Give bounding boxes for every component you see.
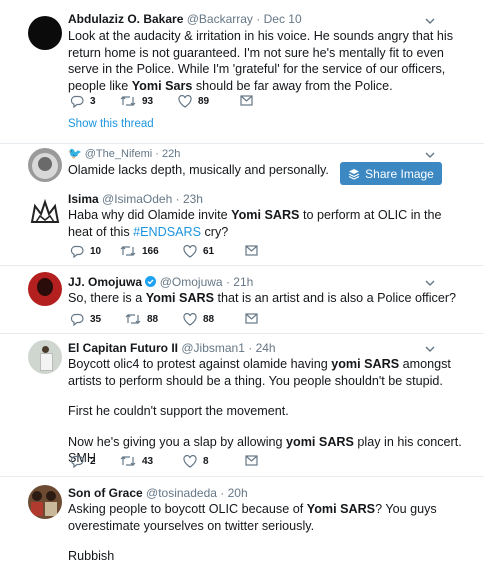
tweet-actions: 2 43 8: [70, 455, 270, 471]
tweet-omojuwa[interactable]: JJ. Omojuwa @Omojuwa · 21h So, there is …: [0, 266, 484, 332]
handle[interactable]: @IsimaOdeh: [102, 192, 172, 206]
tweet-actions: 3 93 89: [70, 95, 270, 111]
envelope-icon: [245, 455, 258, 466]
reply-icon: [70, 313, 84, 326]
tweet-text: Look at the audacity & irritation in his…: [68, 29, 454, 93]
like-count: 8: [203, 456, 209, 467]
retweet-icon: [125, 314, 141, 324]
show-thread-link[interactable]: Show this thread: [68, 118, 154, 130]
retweet-button[interactable]: 93: [120, 95, 153, 107]
like-button[interactable]: 88: [183, 313, 214, 326]
heart-icon: [183, 455, 197, 468]
reply-count: 2: [90, 456, 96, 467]
retweet-count: 88: [147, 313, 159, 325]
reply-button[interactable]: 35: [70, 313, 101, 326]
heart-icon: [183, 313, 197, 326]
like-button[interactable]: 8: [183, 455, 209, 468]
retweet-count: 166: [142, 245, 159, 257]
like-button[interactable]: 61: [183, 245, 214, 258]
share-image-button[interactable]: Share Image: [340, 162, 442, 185]
retweet-count: 43: [142, 455, 154, 467]
chevron-down-icon[interactable]: [424, 343, 436, 355]
reply-button[interactable]: 3: [70, 95, 96, 108]
retweet-icon: [120, 456, 136, 466]
tweet-backarray[interactable]: Abdulaziz O. Bakare @Backarray · Dec 10 …: [0, 0, 484, 150]
tweet-actions: 35 88 88: [70, 313, 270, 329]
reply-icon: [70, 455, 84, 468]
tweet-header: JJ. Omojuwa @Omojuwa · 21h: [68, 275, 254, 289]
timestamp[interactable]: Dec 10: [264, 12, 302, 26]
envelope-icon: [245, 245, 258, 256]
tweet-header: Abdulaziz O. Bakare @Backarray · Dec 10: [68, 12, 302, 26]
reply-button[interactable]: 10: [70, 245, 101, 258]
avatar[interactable]: [28, 148, 62, 182]
crown-logo-icon: [30, 198, 60, 223]
envelope-icon: [240, 95, 253, 106]
avatar[interactable]: [28, 196, 62, 230]
timestamp[interactable]: 21h: [233, 275, 253, 289]
heart-icon: [183, 245, 197, 258]
display-name[interactable]: El Capitan Futuro II: [68, 341, 178, 355]
handle[interactable]: @Omojuwa: [160, 275, 223, 289]
tweet-isima[interactable]: Isima @IsimaOdeh · 23h Haba why did Olam…: [0, 188, 484, 263]
retweet-button[interactable]: 166: [120, 245, 159, 257]
dm-button[interactable]: [245, 245, 258, 256]
display-name[interactable]: Isima: [68, 192, 99, 206]
avatar[interactable]: [28, 16, 62, 50]
bird-icon: 🐦: [68, 148, 82, 160]
hashtag-link[interactable]: #ENDSARS: [133, 225, 201, 239]
handle[interactable]: @Jibsman1: [181, 341, 245, 355]
avatar[interactable]: [28, 340, 62, 374]
like-count: 61: [203, 246, 215, 257]
like-count: 88: [203, 314, 215, 325]
retweet-button[interactable]: 43: [120, 455, 153, 467]
chevron-down-icon[interactable]: [424, 277, 436, 289]
chevron-down-icon[interactable]: [424, 149, 436, 161]
avatar[interactable]: [28, 272, 62, 306]
like-count: 89: [198, 96, 210, 107]
reply-icon: [70, 95, 84, 108]
layers-icon: [348, 168, 360, 180]
retweet-count: 93: [142, 95, 154, 107]
dm-button[interactable]: [245, 455, 258, 466]
handle[interactable]: @tosinadeda: [146, 486, 217, 500]
timestamp[interactable]: 23h: [183, 192, 203, 206]
tweet-header: El Capitan Futuro II @Jibsman1 · 24h: [68, 341, 276, 355]
reply-icon: [70, 245, 84, 258]
timestamp[interactable]: 20h: [228, 486, 248, 500]
reply-count: 35: [90, 314, 102, 325]
dm-button[interactable]: [240, 95, 253, 106]
handle[interactable]: @Backarray: [187, 12, 253, 26]
retweet-button[interactable]: 88: [125, 313, 158, 325]
tweet-jibsman[interactable]: El Capitan Futuro II @Jibsman1 · 24h Boy…: [0, 334, 484, 474]
tweet-header: Son of Grace @tosinadeda · 20h: [68, 486, 248, 500]
display-name[interactable]: Son of Grace: [68, 486, 143, 500]
avatar[interactable]: [28, 485, 62, 519]
timestamp[interactable]: 24h: [256, 341, 276, 355]
envelope-icon: [245, 313, 258, 324]
chevron-down-icon[interactable]: [424, 15, 436, 27]
reply-button[interactable]: 2: [70, 455, 96, 468]
reply-count: 3: [90, 96, 96, 107]
like-button[interactable]: 89: [178, 95, 209, 108]
tweet-text: Boycott olic4 to protest against olamide…: [68, 357, 462, 465]
verified-badge-icon: [145, 276, 157, 287]
retweet-icon: [120, 96, 136, 106]
tweet-text: Asking people to boycott OLIC because of…: [68, 502, 437, 563]
display-name[interactable]: Abdulaziz O. Bakare: [68, 12, 183, 26]
tweet-header: Isima @IsimaOdeh · 23h: [68, 192, 203, 206]
tweet-text: So, there is a Yomi SARS that is an arti…: [68, 291, 457, 305]
display-name[interactable]: JJ. Omojuwa: [68, 275, 142, 289]
retweet-icon: [120, 246, 136, 256]
heart-icon: [178, 95, 192, 108]
dm-button[interactable]: [245, 313, 258, 324]
tweet-tosinadeda[interactable]: Son of Grace @tosinadeda · 20h Asking pe…: [0, 477, 484, 566]
tweet-text: Haba why did Olamide invite Yomi SARS to…: [68, 208, 442, 239]
reply-count: 10: [90, 246, 102, 257]
retweeted-by: 🐦 @The_Nifemi · 22h: [68, 148, 181, 160]
tweet-actions: 10 166 61: [70, 245, 270, 261]
